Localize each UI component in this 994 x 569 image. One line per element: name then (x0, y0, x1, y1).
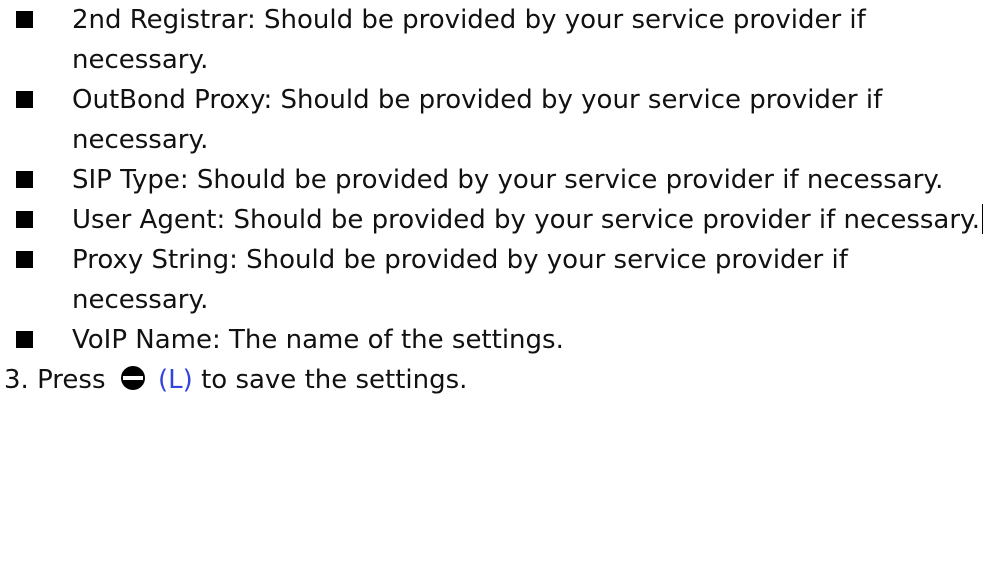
step-3-instruction: 3. Press (L) to save the settings. (0, 360, 994, 400)
list-item-voip-name: VoIP Name: The name of the settings. (0, 320, 994, 360)
step-prefix: 3. Press (4, 365, 106, 395)
list-item-text: SIP Type: Should be provided by your ser… (72, 165, 944, 195)
key-label: (L) (158, 365, 193, 395)
square-bullet-icon (16, 211, 33, 228)
square-bullet-icon (16, 251, 33, 268)
square-bullet-icon (16, 91, 33, 108)
left-softkey-icon (120, 366, 145, 390)
list-item-text: VoIP Name: The name of the settings. (72, 325, 564, 355)
list-item-2nd-registrar: 2nd Registrar: Should be provided by you… (0, 0, 994, 80)
list-item-proxy-string: Proxy String: Should be provided by your… (0, 240, 994, 320)
list-item-text: OutBond Proxy: Should be provided by you… (72, 85, 883, 155)
text-cursor (981, 204, 983, 234)
list-item-text: 2nd Registrar: Should be provided by you… (72, 5, 866, 75)
list-item-text: Proxy String: Should be provided by your… (72, 245, 848, 315)
square-bullet-icon (16, 171, 33, 188)
list-item-text-content: User Agent: Should be provided by your s… (72, 205, 980, 235)
square-bullet-icon (16, 331, 33, 348)
document-page: 2nd Registrar: Should be provided by you… (0, 0, 994, 400)
step-suffix: to save the settings. (201, 365, 468, 395)
list-item-text: User Agent: Should be provided by your s… (72, 200, 990, 240)
list-item-user-agent: User Agent: Should be provided by your s… (0, 200, 994, 240)
square-bullet-icon (16, 11, 33, 28)
list-item-outbond-proxy: OutBond Proxy: Should be provided by you… (0, 80, 994, 160)
list-item-sip-type: SIP Type: Should be provided by your ser… (0, 160, 994, 200)
